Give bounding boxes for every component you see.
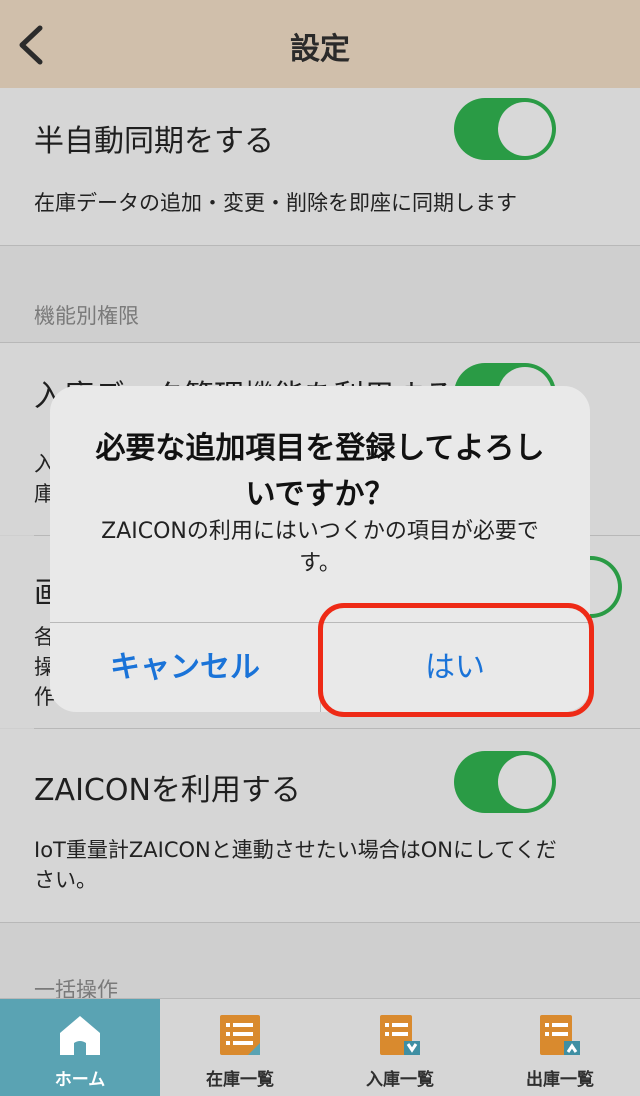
section-header-permissions: 機能別権限: [34, 304, 139, 328]
tab-label: 入庫一覧: [366, 1070, 434, 1090]
alert-title: 必要な追加項目を登録してよろしいですか？: [95, 431, 545, 512]
tab-stock-list[interactable]: 在庫一覧: [160, 999, 320, 1096]
toggle-knob: [498, 755, 552, 809]
zaicon-description: IoT重量計ZAICONと連動させたい場合はONにしてください。: [34, 838, 557, 892]
zaicon-title: ZAICONを利用する: [34, 773, 301, 808]
tab-label: 出庫一覧: [526, 1070, 594, 1090]
separator: [0, 245, 640, 246]
semi-auto-sync-toggle[interactable]: [454, 98, 556, 160]
semi-auto-sync-title: 半自動同期をする: [34, 124, 274, 159]
cancel-button[interactable]: キャンセル: [50, 623, 320, 712]
highlight-annotation: [318, 603, 594, 717]
stock-list-icon: [220, 1015, 260, 1055]
tab-stock-in-list[interactable]: 入庫一覧: [320, 999, 480, 1096]
stock-in-list-icon: [380, 1015, 420, 1055]
semi-auto-sync-description: 在庫データの追加・変更・削除を即座に同期します: [34, 191, 517, 215]
alert-message: ZAICONの利用にはいつくかの項目が必要です。: [101, 519, 539, 576]
separator: [0, 922, 640, 923]
semi-auto-sync-cell: 半自動同期をする 在庫データの追加・変更・削除を即座に同期します: [0, 88, 640, 245]
home-icon: [60, 1016, 100, 1055]
page-title: 設定: [290, 32, 350, 67]
stock-out-list-icon: [540, 1015, 580, 1055]
nav-bar: 設定: [0, 0, 640, 88]
section-header-bulk: 一括操作: [34, 978, 118, 998]
zaicon-cell: ZAICONを利用する IoT重量計ZAICONと連動させたい場合はONにしてく…: [0, 729, 640, 922]
toggle-knob: [498, 102, 552, 156]
zaicon-toggle[interactable]: [454, 751, 556, 813]
tab-bar: ホーム 在庫一覧 入庫一覧 出庫一覧: [0, 998, 640, 1096]
tab-label: ホーム: [54, 1070, 106, 1090]
tab-home[interactable]: ホーム: [0, 999, 160, 1096]
tab-stock-out-list[interactable]: 出庫一覧: [480, 999, 640, 1096]
tab-label: 在庫一覧: [206, 1070, 274, 1090]
